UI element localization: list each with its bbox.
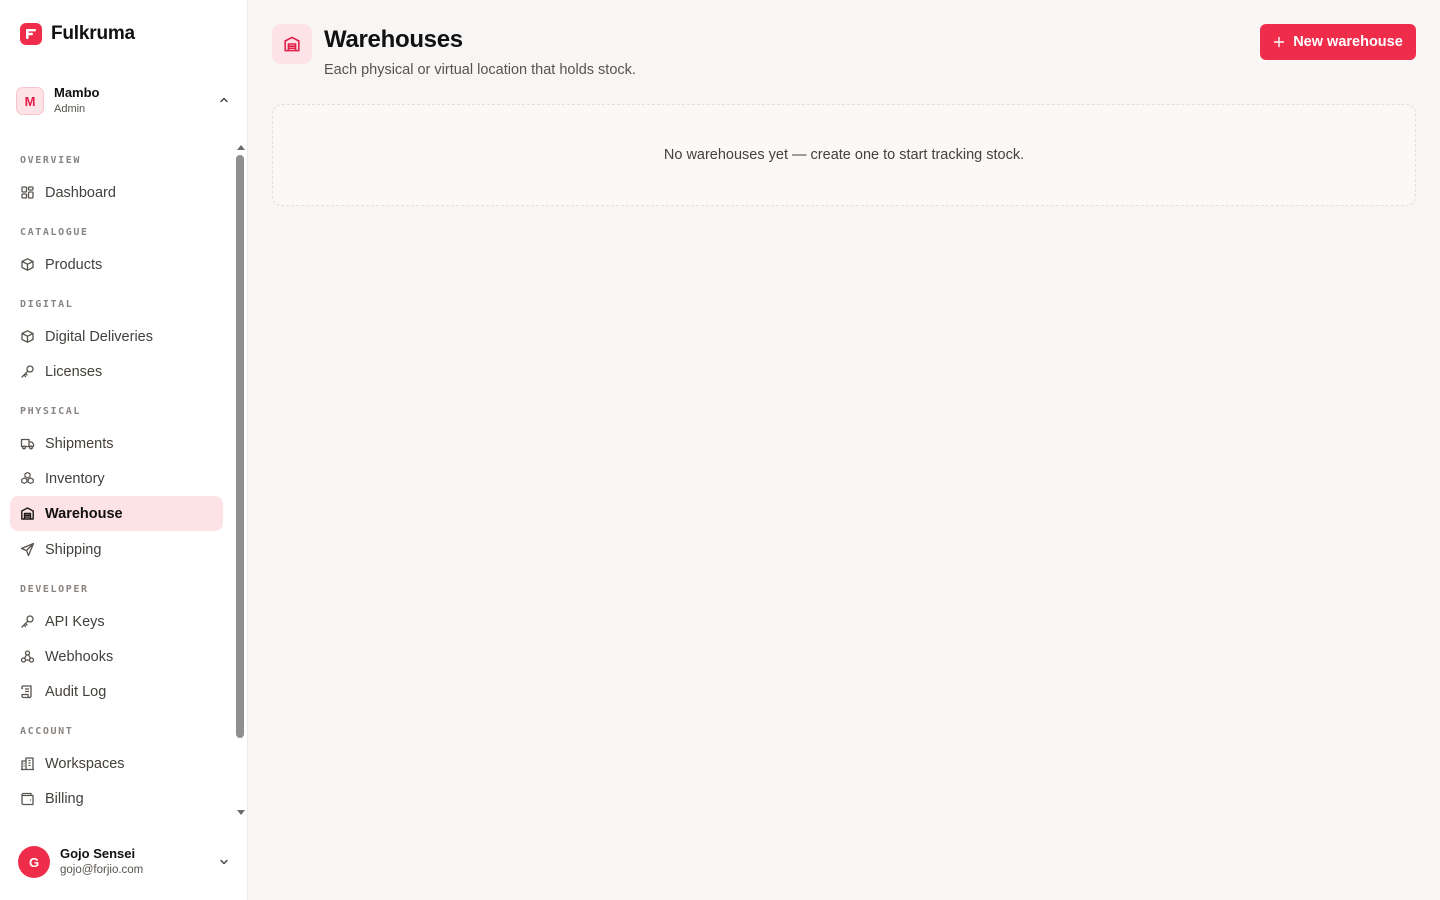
- chevron-down-icon: [220, 859, 228, 865]
- sidebar-item-warehouse[interactable]: Warehouse: [10, 496, 223, 531]
- empty-state-message: No warehouses yet — create one to start …: [663, 147, 1025, 163]
- sidebar-item-workspaces[interactable]: Workspaces: [10, 746, 223, 781]
- workspace-switcher[interactable]: M Mambo Admin: [16, 84, 234, 118]
- sidebar-item-webhooks[interactable]: Webhooks: [10, 639, 223, 674]
- sidebar-item-audit-log[interactable]: Audit Log: [10, 674, 223, 709]
- key-icon: [20, 364, 35, 379]
- sidebar-item-billing[interactable]: Billing: [10, 781, 223, 816]
- avatar: G: [18, 846, 50, 878]
- webhook-icon: [20, 649, 35, 664]
- new-warehouse-button[interactable]: New warehouse: [1260, 24, 1416, 60]
- brand-name: Fulkruma: [51, 23, 135, 44]
- dashboard-icon: [20, 185, 35, 200]
- fulkruma-logo-icon: [20, 23, 42, 45]
- sidebar-item-label: Warehouse: [45, 505, 123, 522]
- page-subtitle: Each physical or virtual location that h…: [324, 62, 636, 78]
- workspace-role: Admin: [54, 103, 86, 115]
- sidebar-item-label: Audit Log: [45, 683, 107, 700]
- building-icon: [20, 756, 35, 771]
- new-warehouse-button-label: New warehouse: [1293, 34, 1403, 50]
- sidebar-item-products[interactable]: Products: [10, 247, 223, 282]
- sidebar-item-digital-deliveries[interactable]: Digital Deliveries: [10, 319, 223, 354]
- scrollbar-thumb[interactable]: [236, 155, 244, 738]
- main-content: Warehouses Each physical or virtual loca…: [248, 0, 1440, 900]
- warehouse-icon: [272, 24, 312, 64]
- sidebar-item-licenses[interactable]: Licenses: [10, 354, 223, 389]
- sidebar-item-label: Billing: [45, 790, 84, 807]
- sidebar-item-label: Workspaces: [45, 755, 125, 772]
- sidebar-item-shipments[interactable]: Shipments: [10, 426, 223, 461]
- sidebar-item-inventory[interactable]: Inventory: [10, 461, 223, 496]
- sidebar-item-label: Licenses: [45, 363, 103, 380]
- sidebar-item-label: Digital Deliveries: [45, 328, 153, 345]
- nav-section-physical: PHYSICAL: [20, 406, 81, 417]
- sidebar-item-label: Shipping: [45, 541, 102, 558]
- nav-section-digital: DIGITAL: [20, 299, 74, 310]
- empty-state: No warehouses yet — create one to start …: [272, 104, 1416, 206]
- workspace-name: Mambo: [54, 85, 100, 100]
- scroll-up-arrow-icon[interactable]: [236, 142, 246, 152]
- scroll-icon: [20, 684, 35, 699]
- sidebar-item-label: Inventory: [45, 470, 105, 487]
- user-email: gojo@forjio.com: [60, 864, 144, 876]
- box-icon: [20, 257, 35, 272]
- key-icon: [20, 614, 35, 629]
- scroll-down-arrow-icon[interactable]: [236, 808, 246, 818]
- plus-icon: [1274, 36, 1285, 48]
- page-title: Warehouses: [324, 26, 463, 53]
- sidebar-scrollbar[interactable]: [234, 140, 248, 820]
- sidebar-item-dashboard[interactable]: Dashboard: [10, 175, 223, 210]
- nav-section-developer: DEVELOPER: [20, 584, 89, 595]
- chevron-up-icon: [220, 97, 228, 103]
- sidebar-nav: OVERVIEW Dashboard CATALOGUE Products DI…: [0, 140, 234, 820]
- box-icon: [20, 329, 35, 344]
- warehouse-icon: [20, 506, 35, 521]
- nav-section-catalogue: CATALOGUE: [20, 227, 89, 238]
- send-icon: [20, 542, 35, 557]
- sidebar-item-label: API Keys: [45, 613, 105, 630]
- truck-icon: [20, 436, 35, 451]
- nav-section-overview: OVERVIEW: [20, 155, 81, 166]
- sidebar-item-shipping[interactable]: Shipping: [10, 532, 223, 567]
- user-name: Gojo Sensei: [60, 846, 136, 861]
- sidebar-item-label: Products: [45, 256, 103, 273]
- brand[interactable]: Fulkruma: [20, 22, 135, 46]
- nav-section-account: ACCOUNT: [20, 726, 74, 737]
- sidebar: Fulkruma M Mambo Admin OVERVIEW Dashboar…: [0, 0, 248, 900]
- workspace-avatar: M: [16, 87, 44, 115]
- boxes-icon: [20, 471, 35, 486]
- sidebar-item-label: Webhooks: [45, 648, 114, 665]
- wallet-icon: [20, 791, 35, 806]
- sidebar-item-label: Shipments: [45, 435, 114, 452]
- sidebar-item-api-keys[interactable]: API Keys: [10, 604, 223, 639]
- sidebar-item-label: Dashboard: [45, 184, 116, 201]
- user-menu[interactable]: G Gojo Sensei gojo@forjio.com: [18, 844, 232, 880]
